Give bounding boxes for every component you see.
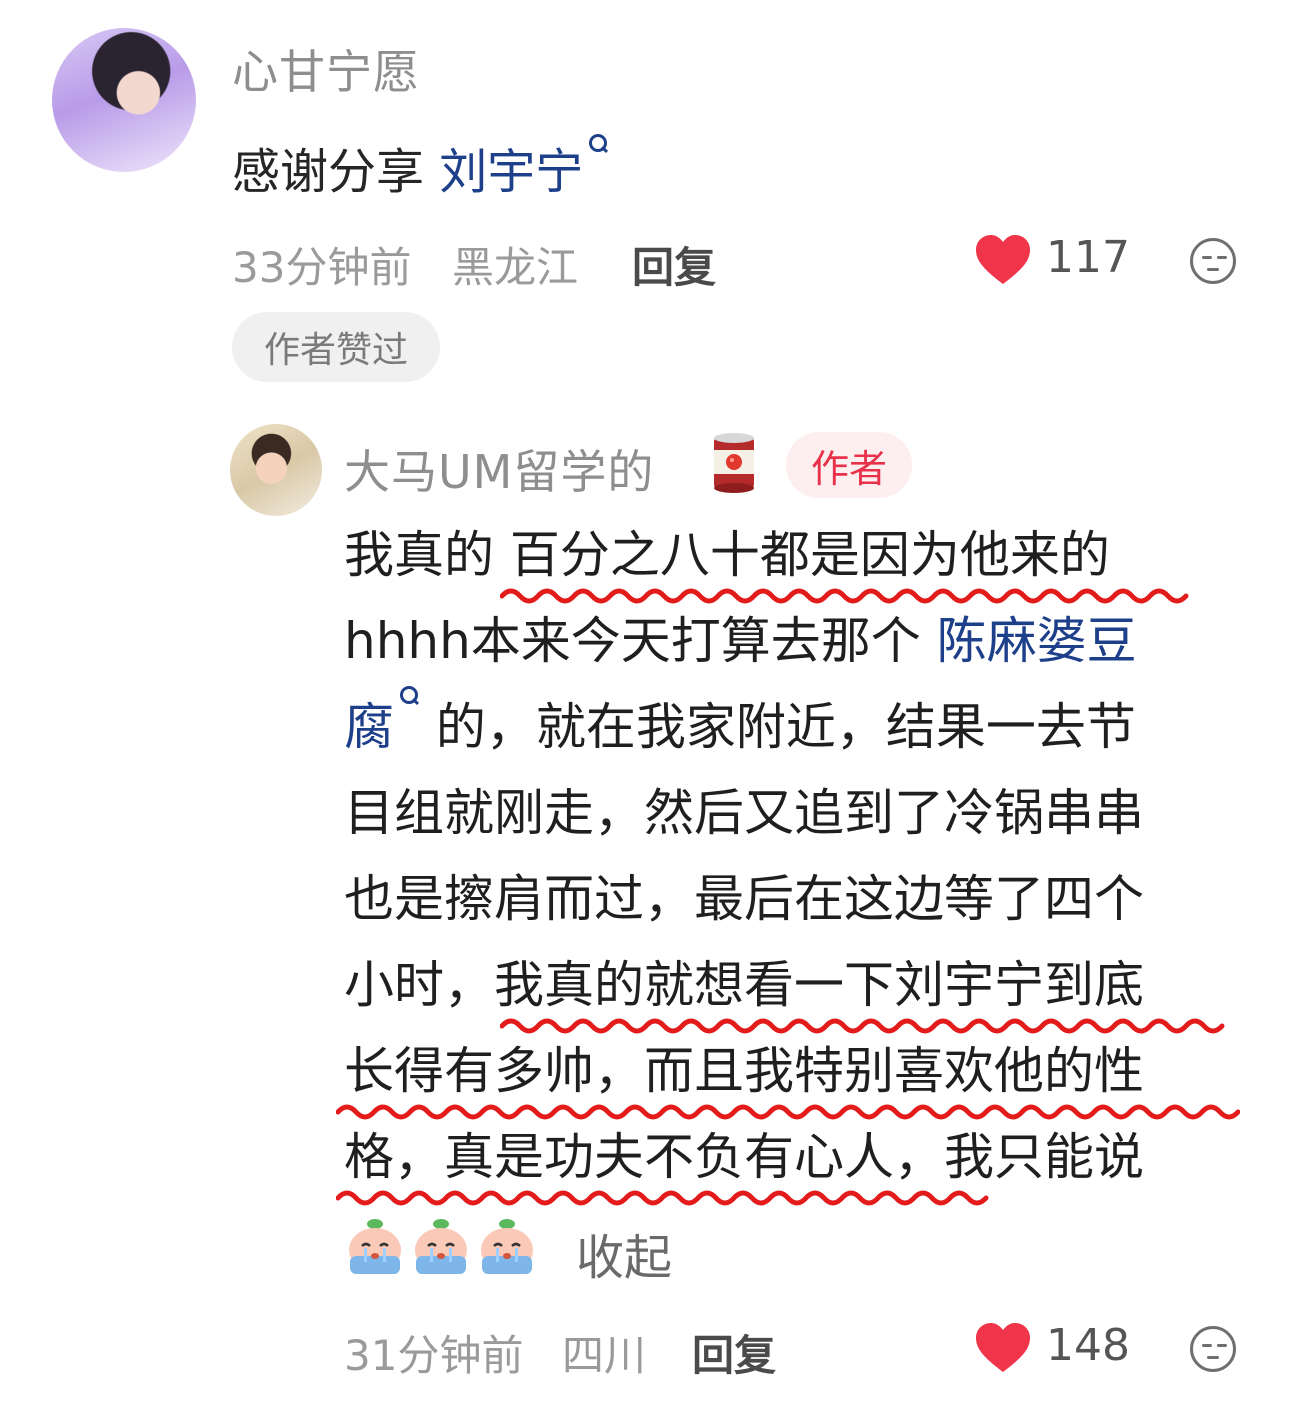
avatar[interactable] [52, 28, 196, 172]
wavy-underline [500, 588, 1189, 604]
author-liked-badge: 作者赞过 [232, 312, 440, 382]
reply-line-3: 腐 的，就在我家附近，结果一去节 [344, 684, 1136, 770]
comment-time: 33分钟前 [232, 243, 412, 292]
reply-search-link-cont[interactable]: 腐 [344, 686, 420, 756]
collapse-button[interactable]: 收起 [576, 1218, 672, 1288]
heart-icon[interactable] [974, 234, 1032, 286]
like-count: 148 [1046, 1320, 1130, 1371]
face-icon[interactable] [1190, 238, 1236, 284]
heart-icon[interactable] [974, 1322, 1032, 1374]
tomato-can-icon [710, 432, 758, 494]
reply-username[interactable]: 大马UM留学的 [344, 436, 654, 502]
comment-link-label[interactable]: 刘宇宁 [439, 144, 583, 200]
comment-username[interactable]: 心甘宁愿 [232, 36, 420, 102]
comment-text: 感谢分享 刘宇宁 [232, 132, 609, 202]
reply-line-4: 目组就刚走，然后又追到了冷锅串串 [344, 784, 1144, 842]
reply-location: 四川 [562, 1331, 647, 1380]
reply-button[interactable]: 回复 [692, 1322, 776, 1383]
reply-button[interactable]: 回复 [632, 234, 716, 295]
wavy-underline [336, 1190, 989, 1206]
search-icon[interactable] [398, 686, 420, 708]
wavy-underline [500, 1018, 1225, 1034]
face-icon[interactable] [1190, 1326, 1236, 1372]
author-badge: 作者 [786, 432, 912, 498]
comment-location: 黑龙江 [452, 243, 579, 292]
crying-peach-emoji [349, 1219, 401, 1274]
reply-avatar[interactable] [230, 424, 322, 516]
reply-line-2: hhhh本来今天打算去那个 陈麻婆豆 [344, 612, 1137, 670]
comment-search-link[interactable]: 刘宇宁 [439, 134, 609, 200]
wavy-underline [336, 1104, 1240, 1120]
like-count: 117 [1046, 232, 1130, 283]
comment-text-prefix: 感谢分享 [232, 144, 440, 200]
reply-line-5: 也是擦肩而过，最后在这边等了四个 [344, 870, 1144, 928]
search-icon[interactable] [587, 134, 609, 156]
crying-peach-emoji [415, 1219, 467, 1274]
reply-time: 31分钟前 [344, 1331, 524, 1380]
reply-search-link[interactable]: 陈麻婆豆 [937, 612, 1137, 670]
crying-peach-emoji [481, 1219, 533, 1274]
